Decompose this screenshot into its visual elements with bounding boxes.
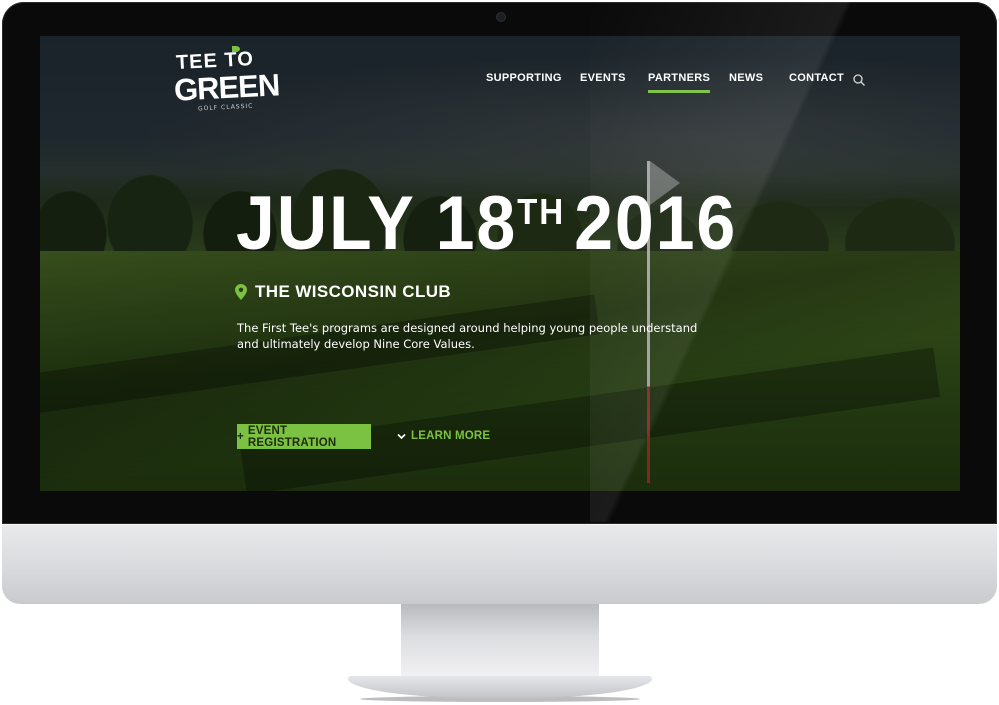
event-description: The First Tee's programs are designed ar… bbox=[237, 321, 698, 351]
site-logo[interactable]: TEE TO GREEN GOLF CLASSIC bbox=[172, 46, 280, 118]
map-pin-icon bbox=[235, 284, 247, 300]
monitor-chin bbox=[2, 524, 997, 604]
monitor-stand-base bbox=[348, 676, 652, 698]
camera-icon bbox=[497, 13, 505, 21]
nav-item-events[interactable]: EVENTS bbox=[580, 72, 626, 84]
learn-more-link[interactable]: LEARN MORE bbox=[397, 430, 490, 442]
event-date-day: JULY 18 bbox=[236, 181, 518, 266]
nav-item-news[interactable]: NEWS bbox=[729, 72, 763, 84]
event-venue: THE WISCONSIN CLUB bbox=[235, 282, 451, 302]
search-icon[interactable] bbox=[853, 74, 865, 86]
event-registration-button[interactable]: + EVENT REGISTRATION bbox=[237, 424, 371, 449]
chevron-down-icon bbox=[397, 433, 406, 439]
event-date: JULY 18TH 2016 bbox=[236, 186, 737, 262]
nav-item-supporting[interactable]: SUPPORTING bbox=[486, 72, 562, 84]
logo-sub-text: GOLF CLASSIC bbox=[197, 102, 254, 113]
venue-name: THE WISCONSIN CLUB bbox=[255, 282, 452, 301]
website-screen: TEE TO GREEN GOLF CLASSIC SUPPORTING EVE… bbox=[40, 36, 960, 491]
event-date-suffix: TH bbox=[517, 191, 565, 232]
logo-main-text: GREEN bbox=[173, 67, 281, 108]
monitor-stand-neck bbox=[401, 604, 599, 676]
event-registration-label: EVENT REGISTRATION bbox=[247, 424, 337, 449]
learn-more-label: LEARN MORE bbox=[411, 430, 491, 442]
nav-item-partners[interactable]: PARTNERS bbox=[648, 72, 711, 93]
nav-item-contact[interactable]: CONTACT bbox=[789, 72, 844, 84]
plus-icon: + bbox=[237, 430, 244, 443]
event-date-year: 2016 bbox=[574, 181, 738, 266]
